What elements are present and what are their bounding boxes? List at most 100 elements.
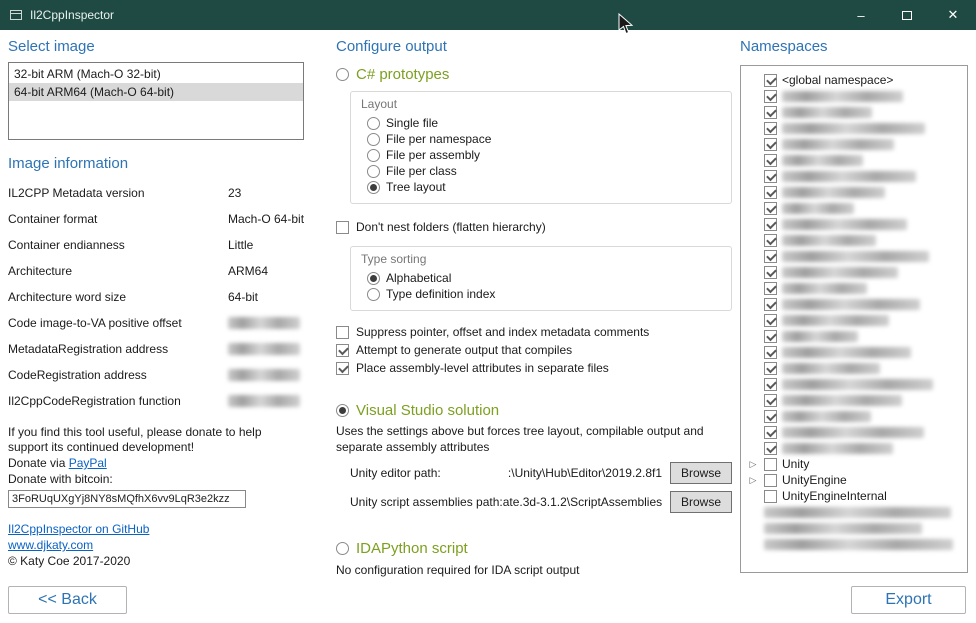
namespace-checkbox[interactable]: [764, 170, 777, 183]
namespace-checkbox[interactable]: [764, 410, 777, 423]
browse-button[interactable]: Browse: [670, 491, 732, 513]
radio-idapython-script[interactable]: IDAPython script: [336, 540, 732, 557]
namespaces-listbox[interactable]: <global namespace> ▷Unity▷UnityEngineUnit…: [740, 65, 968, 573]
namespace-checkbox[interactable]: [764, 362, 777, 375]
image-list-item-32-bit-arm-mach-o-32-bit[interactable]: 32-bit ARM (Mach-O 32-bit): [9, 65, 303, 83]
browse-button[interactable]: Browse: [670, 462, 732, 484]
namespace-row-redacted[interactable]: [747, 504, 963, 520]
image-list-item-64-bit-arm64-mach-o-64-bit[interactable]: 64-bit ARM64 (Mach-O 64-bit): [9, 83, 303, 101]
expander-icon[interactable]: ▷: [747, 472, 759, 488]
flatten-label: Don't nest folders (flatten hierarchy): [356, 220, 546, 234]
namespace-checkbox[interactable]: [764, 90, 777, 103]
namespace-checkbox[interactable]: [764, 346, 777, 359]
back-button[interactable]: << Back: [8, 586, 127, 614]
namespace-checkbox[interactable]: [764, 74, 777, 87]
minimize-button[interactable]: –: [838, 0, 884, 30]
redacted-namespace: [782, 139, 894, 150]
namespace-row-redacted[interactable]: [747, 88, 963, 104]
namespace-row-redacted[interactable]: [747, 280, 963, 296]
image-listbox[interactable]: 32-bit ARM (Mach-O 32-bit)64-bit ARM64 (…: [8, 62, 304, 140]
left-panel: Select image 32-bit ARM (Mach-O 32-bit)6…: [8, 38, 304, 569]
namespace-checkbox[interactable]: [764, 138, 777, 151]
namespace-checkbox[interactable]: [764, 282, 777, 295]
redacted-namespace: [764, 507, 951, 518]
checkbox-flatten-hierarchy[interactable]: Don't nest folders (flatten hierarchy): [336, 218, 732, 236]
namespace-row-unity[interactable]: ▷Unity: [747, 456, 963, 472]
namespace-row-unityengineinternal[interactable]: UnityEngineInternal: [747, 488, 963, 504]
option-label: File per namespace: [386, 132, 491, 146]
namespace-row-redacted[interactable]: [747, 376, 963, 392]
namespace-checkbox[interactable]: [764, 154, 777, 167]
namespace-checkbox[interactable]: [764, 394, 777, 407]
namespace-row-redacted[interactable]: [747, 168, 963, 184]
info-value: [228, 341, 304, 367]
namespace-row-redacted[interactable]: [747, 248, 963, 264]
radio-file-per-namespace[interactable]: File per namespace: [367, 131, 723, 147]
radio-icon: [336, 404, 349, 417]
namespace-row-redacted[interactable]: [747, 344, 963, 360]
namespace-checkbox[interactable]: [764, 474, 777, 487]
checkbox-attempt-to-generate-output-that-compiles[interactable]: Attempt to generate output that compiles: [336, 341, 732, 359]
namespace-row-redacted[interactable]: [747, 264, 963, 280]
namespace-row-global-namespace[interactable]: <global namespace>: [747, 72, 963, 88]
namespace-row-redacted[interactable]: [747, 200, 963, 216]
radio-tree-layout[interactable]: Tree layout: [367, 179, 723, 195]
checkbox-place-assembly-level-attributes-in-separate-files[interactable]: Place assembly-level attributes in separ…: [336, 359, 732, 377]
namespace-checkbox[interactable]: [764, 330, 777, 343]
close-button[interactable]: ✕: [930, 0, 976, 30]
radio-csharp-prototypes[interactable]: C# prototypes: [336, 66, 732, 83]
namespace-row-redacted[interactable]: [747, 232, 963, 248]
namespace-checkbox[interactable]: [764, 490, 777, 503]
paypal-link[interactable]: PayPal: [69, 456, 107, 470]
namespace-row-redacted[interactable]: [747, 312, 963, 328]
namespace-checkbox[interactable]: [764, 122, 777, 135]
radio-visual-studio-solution[interactable]: Visual Studio solution: [336, 402, 732, 419]
namespace-checkbox[interactable]: [764, 186, 777, 199]
namespace-row-redacted[interactable]: [747, 520, 963, 536]
namespace-checkbox[interactable]: [764, 218, 777, 231]
namespace-row-redacted[interactable]: [747, 136, 963, 152]
namespace-row-redacted[interactable]: [747, 424, 963, 440]
namespace-row-redacted[interactable]: [747, 296, 963, 312]
configure-output-panel: Configure output C# prototypes Layout Si…: [336, 38, 732, 578]
bitcoin-address-field[interactable]: 3FoRUqUXgYj8NY8sMQfhX6vv9LqR3e2kzz: [8, 490, 246, 508]
redacted-namespace: [782, 107, 872, 118]
namespace-checkbox[interactable]: [764, 298, 777, 311]
namespace-checkbox[interactable]: [764, 250, 777, 263]
namespace-checkbox[interactable]: [764, 202, 777, 215]
namespace-row-redacted[interactable]: [747, 440, 963, 456]
path-field-row: Unity script assemblies path:ate.3d-3.1.…: [350, 491, 732, 513]
radio-file-per-class[interactable]: File per class: [367, 163, 723, 179]
radio-alphabetical[interactable]: Alphabetical: [367, 270, 723, 286]
namespace-checkbox[interactable]: [764, 106, 777, 119]
namespace-row-unityengine[interactable]: ▷UnityEngine: [747, 472, 963, 488]
website-link[interactable]: www.djkaty.com: [8, 538, 93, 552]
radio-type-definition-index[interactable]: Type definition index: [367, 286, 723, 302]
namespace-row-redacted[interactable]: [747, 408, 963, 424]
info-label: Il2CppCodeRegistration function: [8, 393, 228, 419]
checkbox-suppress-pointer-offset-and-index-metadata-comments[interactable]: Suppress pointer, offset and index metad…: [336, 323, 732, 341]
export-button[interactable]: Export: [851, 586, 966, 614]
redacted-namespace: [782, 395, 902, 406]
namespace-checkbox[interactable]: [764, 234, 777, 247]
namespace-checkbox[interactable]: [764, 378, 777, 391]
namespace-row-redacted[interactable]: [747, 120, 963, 136]
namespace-row-redacted[interactable]: [747, 328, 963, 344]
namespace-row-redacted[interactable]: [747, 392, 963, 408]
maximize-button[interactable]: [884, 0, 930, 30]
namespace-checkbox[interactable]: [764, 314, 777, 327]
namespace-row-redacted[interactable]: [747, 536, 963, 552]
namespace-checkbox[interactable]: [764, 458, 777, 471]
namespace-checkbox[interactable]: [764, 442, 777, 455]
radio-single-file[interactable]: Single file: [367, 115, 723, 131]
namespace-row-redacted[interactable]: [747, 152, 963, 168]
namespace-row-redacted[interactable]: [747, 360, 963, 376]
expander-icon[interactable]: ▷: [747, 456, 759, 472]
radio-file-per-assembly[interactable]: File per assembly: [367, 147, 723, 163]
namespace-checkbox[interactable]: [764, 426, 777, 439]
github-link[interactable]: Il2CppInspector on GitHub: [8, 522, 149, 536]
namespace-row-redacted[interactable]: [747, 184, 963, 200]
namespace-row-redacted[interactable]: [747, 216, 963, 232]
namespace-checkbox[interactable]: [764, 266, 777, 279]
namespace-row-redacted[interactable]: [747, 104, 963, 120]
